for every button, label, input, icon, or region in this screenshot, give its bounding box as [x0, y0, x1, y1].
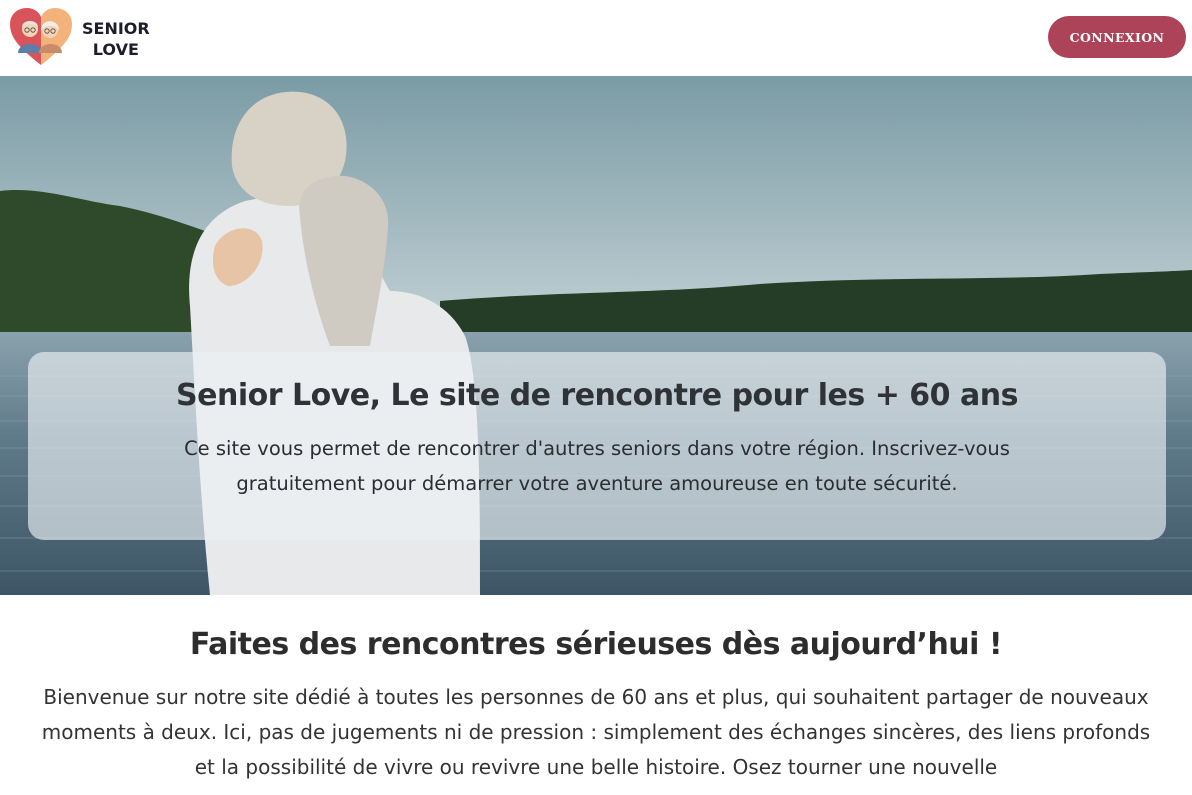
hero-card: Senior Love, Le site de rencontre pour l…: [28, 352, 1166, 540]
intro-text: Bienvenue sur notre site dédié à toutes …: [41, 685, 1151, 779]
couple-heart-icon: [8, 7, 74, 71]
brand-line-2: LOVE: [92, 40, 139, 59]
intro-section: Faites des rencontres sérieuses dès aujo…: [0, 595, 1192, 785]
hero-text: Ce site vous permet de rencontrer d'autr…: [184, 437, 1010, 495]
hero-section: Senior Love, Le site de rencontre pour l…: [0, 76, 1192, 595]
intro-title: Faites des rencontres sérieuses dès aujo…: [189, 627, 1003, 662]
site-header: SENIOR LOVE CONNEXION: [0, 0, 1192, 76]
brand-name: SENIOR LOVE: [82, 18, 150, 60]
hero-title: Senior Love, Le site de rencontre pour l…: [176, 378, 1018, 413]
brand-line-1: SENIOR: [82, 19, 150, 38]
login-button[interactable]: CONNEXION: [1048, 16, 1186, 58]
brand-logo[interactable]: SENIOR LOVE: [8, 7, 150, 71]
